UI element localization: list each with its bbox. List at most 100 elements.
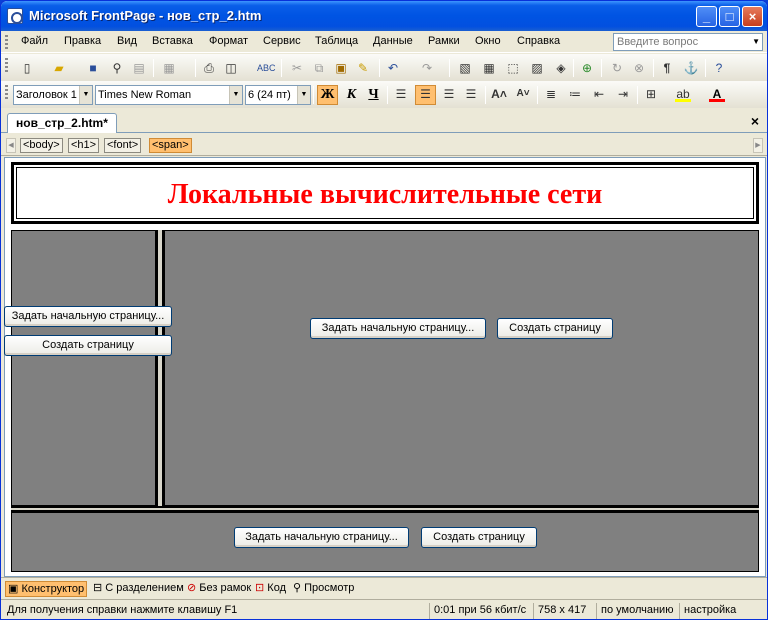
separator [653, 59, 654, 77]
tab-code[interactable]: ⊡ Код [253, 581, 288, 597]
toolbar-grip[interactable] [5, 35, 8, 49]
header-frame[interactable]: Локальные вычислительные сети [11, 162, 759, 224]
insert-picture-icon[interactable]: ▨ [529, 60, 545, 76]
bold-button[interactable]: Ж [317, 85, 338, 105]
spelling-icon[interactable]: ABC [257, 60, 276, 76]
insert-table-icon[interactable]: ▦ [481, 60, 497, 76]
numbered-list-icon[interactable]: ≣ [543, 86, 559, 102]
style-select[interactable]: Заголовок 1 ▼ [13, 85, 93, 105]
redo-icon[interactable]: ↷ [419, 60, 435, 76]
web-component-icon[interactable]: ▧ [457, 60, 473, 76]
bottom-frame[interactable]: Задать начальную страницу... Создать стр… [11, 512, 759, 572]
increase-font-icon[interactable]: A˄ [491, 86, 507, 102]
font-select[interactable]: Times New Roman ▼ [95, 85, 243, 105]
help-question-box[interactable]: Введите вопрос ▼ [613, 33, 763, 51]
font-size-select[interactable]: 6 (24 пт) ▼ [245, 85, 311, 105]
menu-help[interactable]: Справка [517, 35, 560, 47]
highlight-icon[interactable]: ab [675, 86, 691, 102]
minimize-button[interactable]: _ [696, 6, 717, 27]
tab-no-frames[interactable]: ⊘ Без рамок [185, 581, 253, 597]
undo-icon[interactable]: ↶ [385, 60, 401, 76]
chevron-left-icon[interactable]: ◀ [6, 138, 16, 153]
new-page-icon[interactable]: ▯ [19, 60, 35, 76]
toolbar-grip[interactable] [5, 58, 8, 72]
tag-span[interactable]: <span> [149, 138, 192, 153]
menu-data[interactable]: Данные [373, 35, 413, 47]
chevron-right-icon[interactable]: ▶ [753, 138, 763, 153]
left-frame[interactable] [11, 230, 156, 506]
align-center-icon[interactable]: ☰ [415, 85, 436, 105]
main-create-page-button[interactable]: Создать страницу [497, 318, 613, 339]
chevron-down-icon[interactable]: ▼ [752, 37, 760, 46]
maximize-button[interactable]: □ [719, 6, 740, 27]
folder-list-icon[interactable]: ▦ [161, 60, 177, 76]
vertical-frame-splitter[interactable] [156, 230, 164, 506]
justify-icon[interactable]: ☰ [463, 86, 479, 102]
tab-split[interactable]: ⊟ С разделением [91, 581, 186, 597]
separator [281, 59, 282, 77]
page-heading[interactable]: Локальные вычислительные сети [16, 167, 754, 219]
tab-document[interactable]: нов_стр_2.htm* [7, 113, 117, 133]
left-create-page-button[interactable]: Создать страницу [4, 335, 172, 356]
drawing-icon[interactable]: ◈ [553, 60, 569, 76]
save-icon[interactable]: ■ [85, 60, 101, 76]
menu-file[interactable]: Файл [21, 35, 48, 47]
menu-view[interactable]: Вид [117, 35, 137, 47]
design-canvas[interactable]: Локальные вычислительные сети Задать нач… [4, 157, 766, 577]
toolbar-grip[interactable] [5, 85, 8, 99]
menu-frames[interactable]: Рамки [428, 35, 460, 47]
separator [387, 86, 388, 104]
decrease-font-icon[interactable]: A˅ [515, 86, 531, 102]
format-painter-icon[interactable]: ✎ [355, 60, 371, 76]
chevron-down-icon[interactable]: ▼ [229, 86, 242, 104]
borders-icon[interactable]: ⊞ [643, 86, 659, 102]
print-icon[interactable]: ⎙ [201, 60, 217, 76]
open-folder-icon[interactable]: ▰ [51, 60, 67, 76]
align-left-icon[interactable]: ☰ [393, 86, 409, 102]
preview-icon[interactable]: ◫ [223, 60, 239, 76]
tag-h1[interactable]: <h1> [68, 138, 100, 153]
main-set-start-page-button[interactable]: Задать начальную страницу... [310, 318, 486, 339]
hyperlink-icon[interactable]: ⊕ [579, 60, 595, 76]
tag-body[interactable]: <body> [20, 138, 63, 153]
insert-layer-icon[interactable]: ⬚ [505, 60, 521, 76]
main-frame[interactable]: Задать начальную страницу... Создать стр… [164, 230, 759, 506]
cut-icon[interactable]: ✂ [289, 60, 305, 76]
show-all-icon[interactable]: ¶ [659, 60, 675, 76]
decrease-indent-icon[interactable]: ⇤ [591, 86, 607, 102]
anchor-icon[interactable]: ⚓ [683, 60, 699, 76]
increase-indent-icon[interactable]: ⇥ [615, 86, 631, 102]
menu-format[interactable]: Формат [209, 35, 248, 47]
menu-insert[interactable]: Вставка [152, 35, 193, 47]
close-button[interactable]: × [742, 6, 763, 27]
menu-window[interactable]: Окно [475, 35, 501, 47]
chevron-down-icon[interactable]: ▼ [79, 86, 92, 104]
underline-button[interactable]: Ч [363, 85, 384, 105]
bottom-set-start-page-button[interactable]: Задать начальную страницу... [234, 527, 409, 548]
frontpage-app-icon[interactable] [7, 8, 23, 24]
menu-table[interactable]: Таблица [315, 35, 358, 47]
stop-icon[interactable]: ⊗ [631, 60, 647, 76]
search-icon[interactable]: ⚲ [109, 60, 125, 76]
tab-preview[interactable]: ⚲ Просмотр [291, 581, 356, 597]
close-document-icon[interactable]: × [751, 113, 759, 129]
status-settings[interactable]: настройка [679, 603, 740, 619]
title-bar[interactable]: Microsoft FrontPage - нов_стр_2.htm _ □ … [1, 1, 767, 31]
menu-tools[interactable]: Сервис [263, 35, 301, 47]
align-right-icon[interactable]: ☰ [441, 86, 457, 102]
bulleted-list-icon[interactable]: ≔ [567, 86, 583, 102]
status-download-time[interactable]: 0:01 при 56 кбит/с [429, 603, 530, 619]
chevron-down-icon[interactable]: ▼ [297, 86, 310, 104]
bottom-create-page-button[interactable]: Создать страницу [421, 527, 537, 548]
copy-icon[interactable]: ⧉ [311, 60, 327, 76]
publish-icon[interactable]: ▤ [131, 60, 147, 76]
left-set-start-page-button[interactable]: Задать начальную страницу... [4, 306, 172, 327]
font-color-icon[interactable]: A [709, 86, 725, 102]
tag-font[interactable]: <font> [104, 138, 142, 153]
paste-icon[interactable]: ▣ [333, 60, 349, 76]
tab-design[interactable]: ▣ Конструктор [5, 581, 88, 597]
refresh-icon[interactable]: ↻ [609, 60, 625, 76]
menu-edit[interactable]: Правка [64, 35, 101, 47]
help-icon[interactable]: ? [711, 60, 727, 76]
italic-button[interactable]: К [341, 85, 362, 105]
